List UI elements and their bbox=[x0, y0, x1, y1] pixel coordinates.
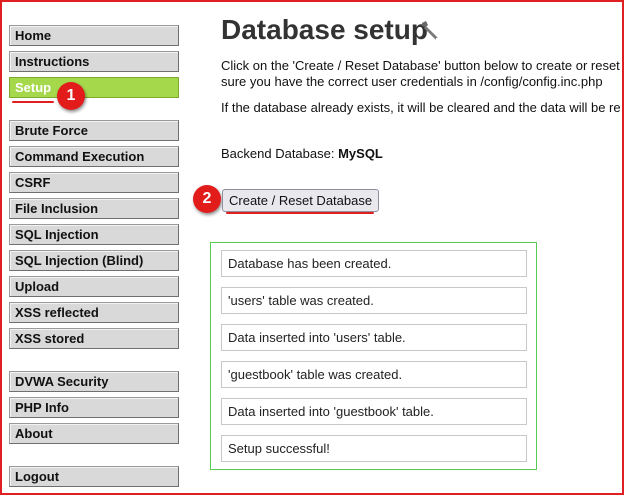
button-underline-mark bbox=[226, 212, 374, 214]
menu-item-command-execution[interactable]: Command Execution bbox=[9, 146, 179, 167]
result-message: Data inserted into 'users' table. bbox=[221, 324, 527, 351]
create-reset-database-button[interactable]: Create / Reset Database bbox=[222, 189, 380, 212]
menu-item-file-inclusion[interactable]: File Inclusion bbox=[9, 198, 179, 219]
menu-item-xss-stored[interactable]: XSS stored bbox=[9, 328, 179, 349]
menu-item-sql-injection[interactable]: SQL Injection bbox=[9, 224, 179, 245]
callout-badge-1: 1 bbox=[57, 82, 85, 110]
backend-value: MySQL bbox=[338, 146, 383, 161]
menu-item-home[interactable]: Home bbox=[9, 25, 179, 46]
menu-item-brute-force[interactable]: Brute Force bbox=[9, 120, 179, 141]
intro-line-1: Click on the 'Create / Reset Database' b… bbox=[221, 58, 620, 73]
menu-item-about[interactable]: About bbox=[9, 423, 179, 444]
backend-label: Backend Database: bbox=[221, 146, 335, 161]
page-title: Database setup bbox=[221, 14, 428, 45]
result-message: Data inserted into 'guestbook' table. bbox=[221, 398, 527, 425]
menu-item-xss-reflected[interactable]: XSS reflected bbox=[9, 302, 179, 323]
warning-text: If the database already exists, it will … bbox=[221, 100, 621, 115]
menu-item-php-info[interactable]: PHP Info bbox=[9, 397, 179, 418]
callout-badge-2: 2 bbox=[193, 185, 221, 213]
menu-item-instructions[interactable]: Instructions bbox=[9, 51, 179, 72]
setup-underline-mark bbox=[12, 101, 54, 103]
result-message: Database has been created. bbox=[221, 250, 527, 277]
backend-database: Backend Database: MySQL bbox=[221, 146, 383, 161]
menu-item-csrf[interactable]: CSRF bbox=[9, 172, 179, 193]
intro-line-2: sure you have the correct user credentia… bbox=[221, 74, 603, 89]
result-message: 'guestbook' table was created. bbox=[221, 361, 527, 388]
menu-item-upload[interactable]: Upload bbox=[9, 276, 179, 297]
result-message: Setup successful! bbox=[221, 435, 527, 462]
result-message: 'users' table was created. bbox=[221, 287, 527, 314]
menu-item-dvwa-security[interactable]: DVWA Security bbox=[9, 371, 179, 392]
wrench-icon bbox=[418, 19, 442, 43]
menu-item-sql-injection-blind[interactable]: SQL Injection (Blind) bbox=[9, 250, 179, 271]
menu-item-logout[interactable]: Logout bbox=[9, 466, 179, 487]
setup-results-panel: Database has been created. 'users' table… bbox=[210, 242, 537, 470]
menu-item-setup[interactable]: Setup bbox=[9, 77, 179, 98]
